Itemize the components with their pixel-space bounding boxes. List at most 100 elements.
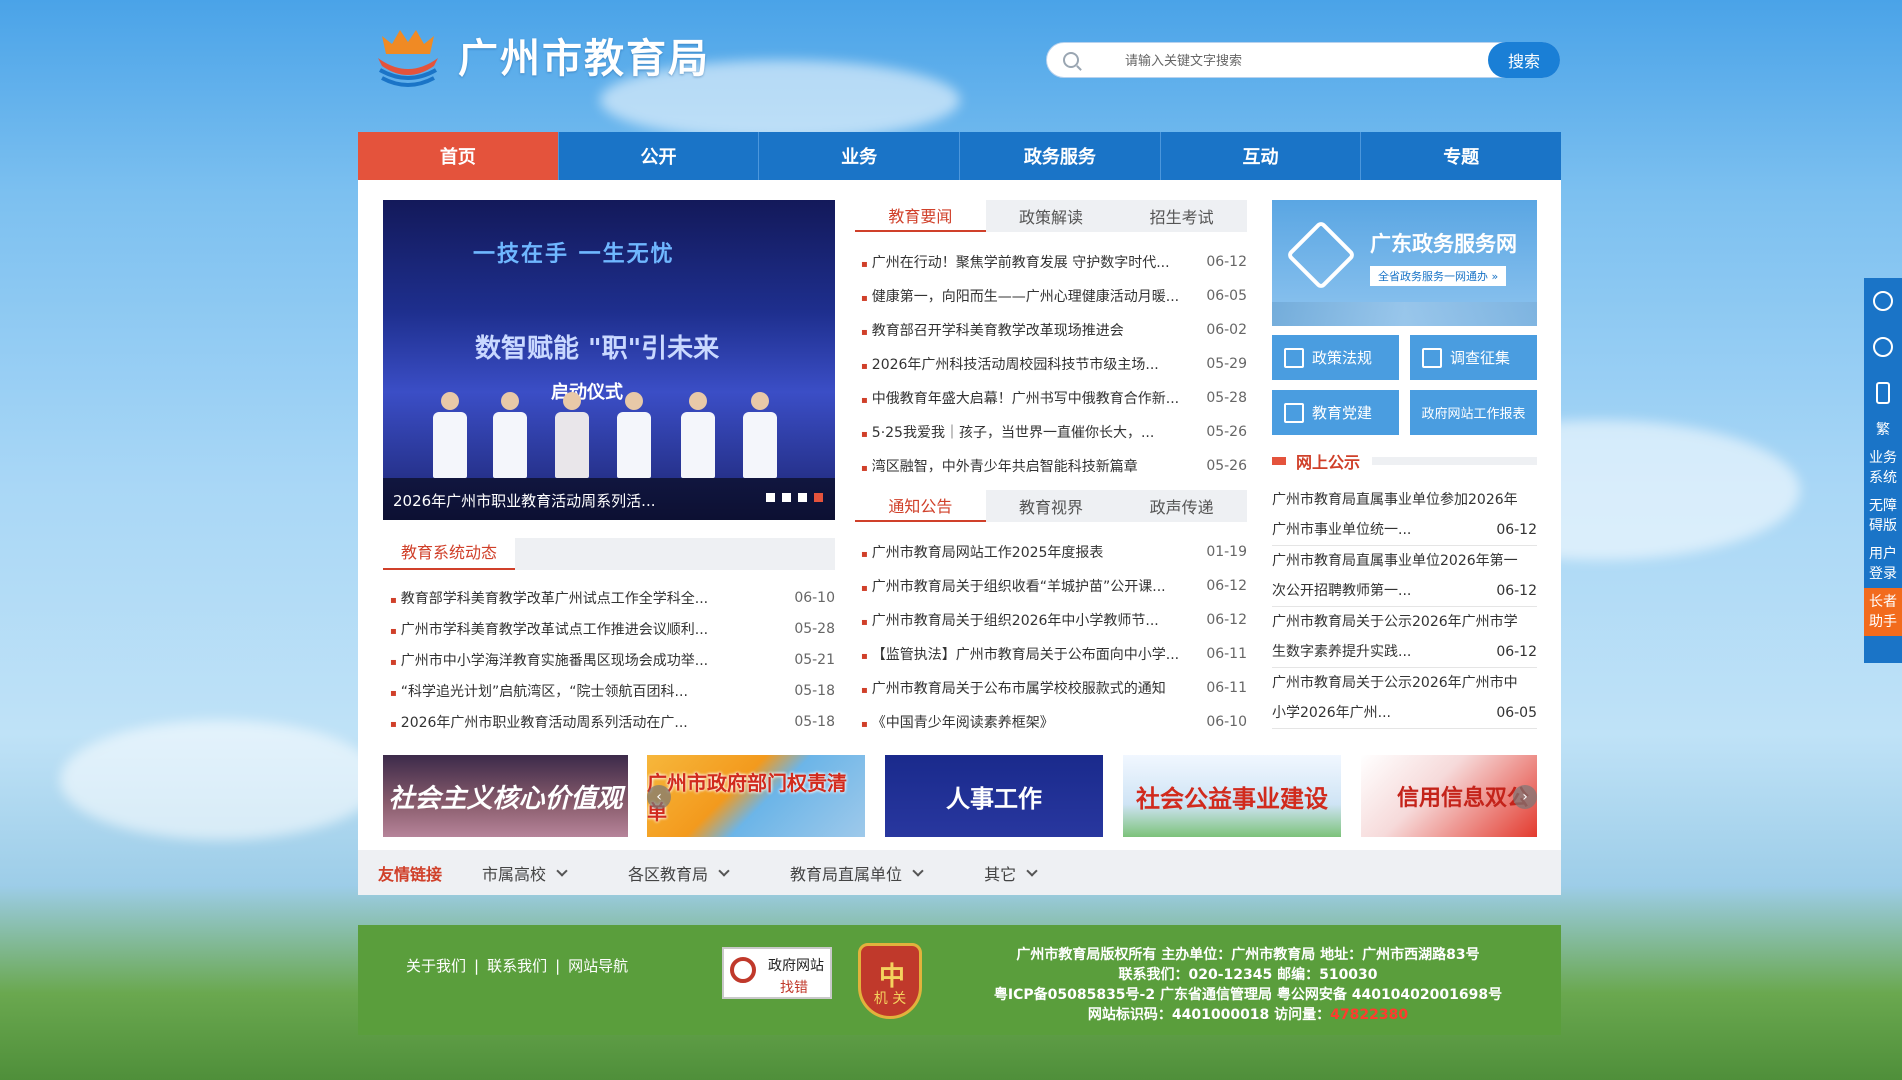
party-gov-seal-badge[interactable]: 中 机 关 — [858, 943, 922, 1019]
list-item[interactable]: “科学追光计划”启航湾区，“院士领航百团科...05-18 — [390, 675, 835, 706]
traditional-chinese-button[interactable]: 繁 — [1864, 416, 1902, 444]
seal-icon: 中 — [879, 962, 906, 992]
banner-credit-info[interactable]: 信用信息双公 — [1361, 755, 1537, 837]
marker-icon — [1272, 457, 1286, 465]
accessibility-button[interactable]: 无障碍版 — [1864, 492, 1902, 540]
survey-button[interactable]: 调查征集 — [1410, 335, 1537, 380]
nav-public[interactable]: 公开 — [559, 132, 760, 180]
slide-stage-text: 一技在手 一生无忧 — [473, 242, 675, 267]
chevron-down-icon — [912, 864, 924, 877]
banner-power-list[interactable]: 广州市政府部门权责清单 — [647, 755, 865, 837]
visit-counter: 47822380 — [1330, 1007, 1409, 1023]
nav-topics[interactable]: 专题 — [1361, 132, 1561, 180]
system-news-header: 教育系统动态 — [383, 538, 835, 570]
notice-list: 广州市教育局网站工作2025年度报表01-19 广州市教育局关于组织收看“羊城护… — [861, 535, 1247, 739]
footer-link-about[interactable]: 关于我们 — [406, 957, 466, 975]
list-item[interactable]: 广州市教育局关于公布市属学校校服款式的通知06-11 — [861, 671, 1247, 705]
public-notice-list: 广州市教育局直属事业单位参加2026年 广州市事业单位统一... 06-12 广州市… — [1272, 485, 1537, 729]
pinwheel-icon — [1285, 219, 1357, 291]
list-icon — [1284, 402, 1304, 423]
chevron-down-icon — [556, 864, 568, 877]
slider-dot[interactable] — [814, 493, 823, 502]
footer-info: 广州市教育局版权所有 主办单位：广州市教育局 地址：广州市西湖路83号 联系我们… — [993, 947, 1503, 1023]
elderly-assistant-button[interactable]: 长者助手 — [1864, 588, 1902, 636]
slide-photo-people — [413, 380, 813, 480]
chevron-down-icon — [718, 864, 730, 877]
gd-gov-service-banner[interactable]: 广东政务服务网 全省政务服务一网通办 » — [1272, 200, 1537, 326]
slider-dot[interactable] — [798, 493, 807, 502]
prev-arrow-icon[interactable]: ‹ — [647, 785, 671, 809]
mobile-icon[interactable] — [1864, 370, 1902, 416]
site-logo[interactable]: 广州市教育局 — [372, 20, 710, 90]
footer-link-contact[interactable]: 联系我们 — [487, 957, 547, 975]
footer: 关于我们 | 联系我们 | 网站导航 政府网站 找错 中 机 关 广州市教育局版权所有 … — [358, 925, 1561, 1035]
emblem-icon — [372, 22, 444, 88]
search-box: 搜索 — [1046, 42, 1560, 78]
notice-tabs: 通知公告 教育视界 政声传递 — [855, 490, 1247, 522]
list-item[interactable]: 广州市中小学海洋教育实施番禺区现场会成功举...05-21 — [390, 644, 835, 675]
public-notice-header: 网上公示 — [1272, 450, 1537, 472]
user-login-button[interactable]: 用户登录 — [1864, 540, 1902, 588]
list-item[interactable]: 广州市教育局直属事业单位参加2026年 广州市事业单位统一... 06-12 — [1272, 485, 1537, 546]
cloud — [60, 720, 380, 840]
nav-home[interactable]: 首页 — [358, 132, 559, 180]
list-item[interactable]: 广州市教育局网站工作2025年度报表01-19 — [861, 535, 1247, 569]
list-item[interactable]: 广州市教育局关于公示2026年广州市中 小学2026年广州... 06-05 — [1272, 668, 1537, 729]
list-item[interactable]: 广州市教育局关于公示2026年广州市学 生数字素养提升实践... 06-12 — [1272, 607, 1537, 668]
list-item[interactable]: 广州市教育局直属事业单位2026年第一 次公开招聘教师第一... 06-12 — [1272, 546, 1537, 607]
slider-dot[interactable] — [782, 493, 791, 502]
search-button[interactable]: 搜索 — [1488, 42, 1560, 78]
list-item[interactable]: 湾区融智，中外青少年共启智能科技新篇章05-26 — [861, 449, 1247, 483]
nav-business[interactable]: 业务 — [759, 132, 961, 180]
main-nav: 首页 公开 业务 政务服务 互动 专题 — [358, 132, 1561, 180]
slider-dots — [766, 493, 823, 502]
banner-personnel[interactable]: 人事工作 — [885, 755, 1103, 837]
list-item[interactable]: 健康第一，向阳而生——广州心理健康活动月暖...06-05 — [861, 279, 1247, 313]
slider-dot[interactable] — [766, 493, 775, 502]
site-title: 广州市教育局 — [458, 36, 710, 82]
book-icon — [1284, 347, 1304, 368]
promo-banners: 社会主义核心价值观 广州市政府部门权责清单 人事工作 社会公益事业建设 信用信息… — [383, 755, 1537, 837]
footer-link-sitemap[interactable]: 网站导航 — [568, 957, 628, 975]
list-item[interactable]: 【监管执法】广州市教育局关于公布面向中小学...06-11 — [861, 637, 1247, 671]
tab-edu-view[interactable]: 教育视界 — [986, 490, 1117, 522]
list-item[interactable]: 广州在行动！聚焦学前教育发展 守护数字时代...06-12 — [861, 245, 1247, 279]
banner-public-welfare[interactable]: 社会公益事业建设 — [1123, 755, 1341, 837]
links-dropdown[interactable]: 教育局直属单位 — [790, 861, 924, 885]
list-item[interactable]: 中俄教育年盛大启幕！广州书写中俄教育合作新...05-28 — [861, 381, 1247, 415]
news-slider[interactable]: 一技在手 一生无忧 数智赋能 "职"引未来 启动仪式 2026年广州市职业教育活… — [383, 200, 835, 520]
wechat-icon[interactable] — [1864, 278, 1902, 324]
list-item[interactable]: 《中国青少年阅读素养框架》06-10 — [861, 705, 1247, 739]
system-news-title[interactable]: 教育系统动态 — [383, 538, 516, 570]
list-item[interactable]: 5·25我爱我｜孩子，当世界一直催你长大，...05-26 — [861, 415, 1247, 449]
footer-links: 关于我们 | 联系我们 | 网站导航 — [406, 957, 629, 975]
list-item[interactable]: 广州市教育局关于组织收看“羊城护苗”公开课...06-12 — [861, 569, 1247, 603]
links-dropdown[interactable]: 市属高校 — [482, 861, 568, 885]
list-item[interactable]: 广州市教育局关于组织2026年中小学教师节...06-12 — [861, 603, 1247, 637]
links-dropdown[interactable]: 各区教育局 — [628, 861, 730, 885]
tab-gov-voice[interactable]: 政声传递 — [1116, 490, 1247, 522]
tab-notices[interactable]: 通知公告 — [855, 490, 986, 522]
links-dropdown[interactable]: 其它 — [984, 861, 1038, 885]
search-input[interactable] — [1125, 51, 1425, 71]
tab-admissions[interactable]: 招生考试 — [1116, 200, 1247, 232]
weibo-icon[interactable] — [1864, 324, 1902, 370]
system-news-list: 教育部学科美育教学改革广州试点工作全学科全...06-10 广州市学科美育教学改… — [390, 582, 835, 737]
next-arrow-icon[interactable]: › — [1513, 785, 1537, 809]
party-building-button[interactable]: 教育党建 — [1272, 390, 1399, 435]
list-item[interactable]: 2026年广州市职业教育活动周系列活动在广...05-18 — [390, 706, 835, 737]
nav-interact[interactable]: 互动 — [1161, 132, 1362, 180]
policy-button[interactable]: 政策法规 — [1272, 335, 1399, 380]
list-item[interactable]: 教育部召开学科美育教学改革现场推进会06-02 — [861, 313, 1247, 347]
list-item[interactable]: 广州市学科美育教学改革试点工作推进会议顺利...05-28 — [390, 613, 835, 644]
report-button[interactable]: 政府网站工作报表 — [1410, 390, 1537, 435]
list-item[interactable]: 教育部学科美育教学改革广州试点工作全学科全...06-10 — [390, 582, 835, 613]
tab-edu-news[interactable]: 教育要闻 — [855, 200, 986, 232]
banner-core-values[interactable]: 社会主义核心价值观 — [383, 755, 628, 837]
nav-gov-services[interactable]: 政务服务 — [960, 132, 1161, 180]
business-system-button[interactable]: 业务系统 — [1864, 444, 1902, 492]
tab-policy[interactable]: 政策解读 — [986, 200, 1117, 232]
list-item[interactable]: 2026年广州科技活动周校园科技节市级主场...05-29 — [861, 347, 1247, 381]
news-tabs: 教育要闻 政策解读 招生考试 — [855, 200, 1247, 232]
gov-site-error-badge[interactable]: 政府网站 找错 — [722, 947, 832, 999]
